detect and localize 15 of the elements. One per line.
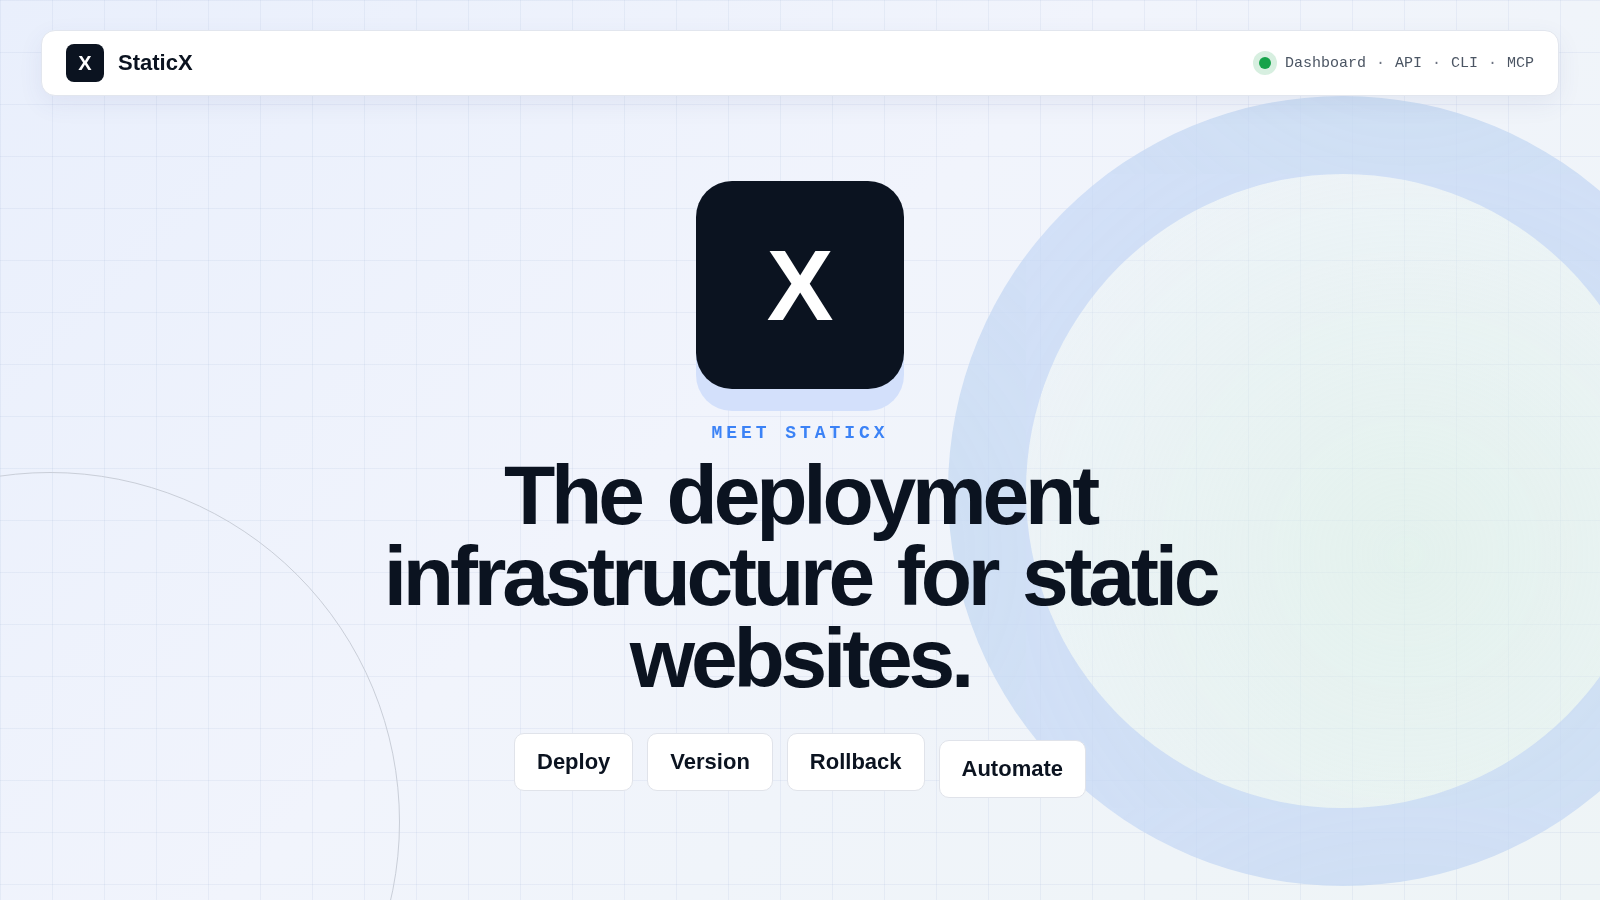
eyebrow-label: MEET STATICX [711,423,889,443]
nav-link[interactable]: CLI [1450,54,1478,72]
feature-button[interactable]: Rollback [786,733,925,792]
feature-button[interactable]: Deploy [514,733,634,792]
separator: · [1487,54,1497,72]
separator: · [1375,54,1385,72]
logo-mark[interactable]: X [66,44,104,82]
headline: The deployment infrastructure for static websites. [382,455,1218,700]
nav-link[interactable]: Dashboard [1284,54,1366,72]
nav-link[interactable]: API [1394,54,1422,72]
feature-button[interactable]: Version [647,733,773,792]
feature-button[interactable]: Automate [938,740,1086,799]
nav-link[interactable]: MCP [1507,54,1534,72]
brand-name[interactable]: StaticX [118,50,193,76]
separator: · [1431,54,1441,72]
